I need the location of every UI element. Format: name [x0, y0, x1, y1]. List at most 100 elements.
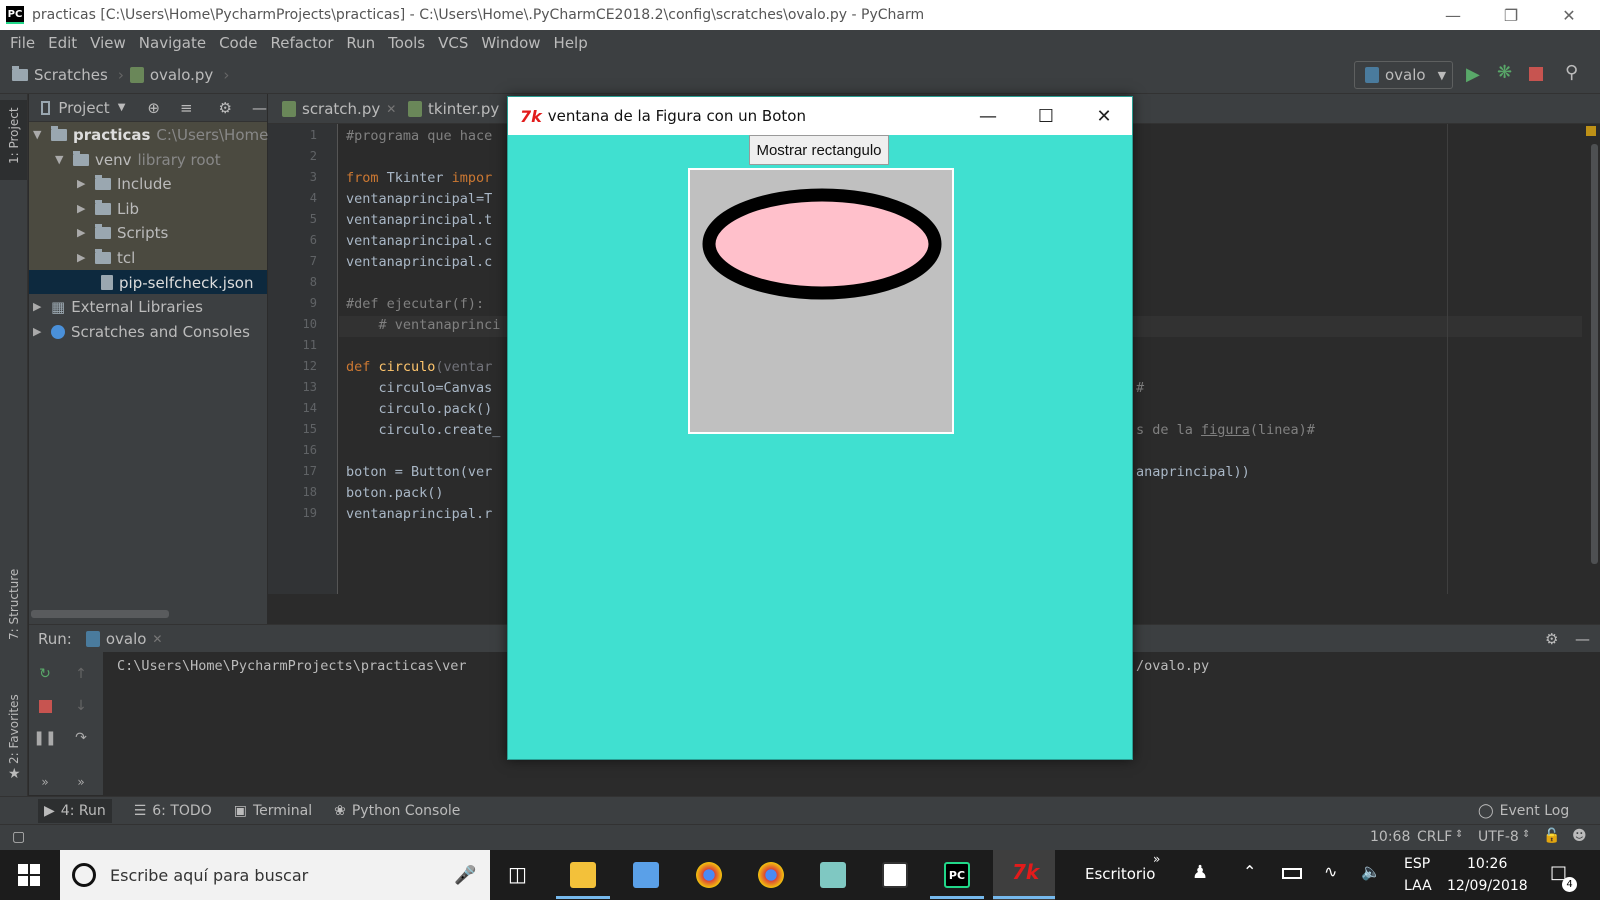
tree-item-scripts[interactable]: ▶ Scripts [77, 220, 168, 245]
pause-icon[interactable]: ❚❚ [33, 728, 56, 748]
language-bottom[interactable]: LAA [1404, 878, 1432, 894]
photos-icon[interactable] [882, 862, 908, 888]
tree-item-scratches[interactable]: ▶ Scratches and Consoles [33, 319, 250, 344]
tab-scratch[interactable]: scratch.py ✕ [274, 94, 404, 124]
code-line-3[interactable]: from Tkinter impor [346, 170, 492, 186]
debug-icon[interactable]: ❋ [1497, 62, 1512, 83]
language-top[interactable]: ESP [1404, 856, 1430, 872]
people-icon[interactable]: ♟ [1192, 862, 1208, 883]
menu-view[interactable]: View [90, 34, 126, 52]
close-button[interactable]: ✕ [1540, 0, 1598, 30]
more-icon[interactable]: » [71, 772, 91, 792]
task-view-icon[interactable]: ◫ [508, 862, 527, 886]
menu-refactor[interactable]: Refactor [270, 34, 333, 52]
scroll-thumb[interactable] [1591, 144, 1598, 564]
rerun-icon[interactable]: ↻ [35, 664, 55, 684]
down-arrow-icon[interactable]: ↓ [71, 696, 91, 716]
menu-code[interactable]: Code [219, 34, 257, 52]
hide-icon[interactable]: — [252, 99, 267, 117]
editor-scrollbar[interactable] [1582, 124, 1600, 594]
line-separator[interactable]: CRLF [1417, 829, 1452, 845]
menu-run[interactable]: Run [346, 34, 375, 52]
3d-builder-icon[interactable] [633, 862, 659, 888]
mostrar-rectangulo-button[interactable]: Mostrar rectangulo [749, 135, 889, 165]
inspector-icon[interactable]: ☻ [1572, 828, 1587, 844]
tree-item-pip-selfcheck[interactable]: pip-selfcheck.json [101, 270, 253, 295]
breadcrumb-scratches[interactable]: Scratches › [12, 65, 124, 84]
code-line-7[interactable]: ventanaprincipal.c [346, 254, 492, 270]
gear-icon[interactable]: ⚙ [1545, 630, 1558, 648]
more-icon[interactable]: » [1153, 852, 1160, 866]
file-encoding[interactable]: UTF-8 [1478, 829, 1519, 845]
file-explorer-icon[interactable] [570, 862, 596, 888]
gear-icon[interactable]: ⚙ [219, 99, 232, 117]
clock-date[interactable]: 12/09/2018 [1447, 878, 1528, 894]
code-line-18[interactable]: boton.pack() [346, 485, 444, 501]
desktop-toolbar-label[interactable]: Escritorio [1085, 865, 1155, 883]
locate-icon[interactable]: ⊕ [147, 99, 160, 117]
menu-vcs[interactable]: VCS [438, 34, 468, 52]
soft-wrap-icon[interactable]: ↷ [71, 728, 91, 748]
volume-icon[interactable]: 🔈 [1361, 862, 1381, 881]
project-view-select[interactable]: Project [58, 99, 109, 117]
tool-terminal-button[interactable]: ▣ Terminal [234, 803, 312, 819]
tk-feather-icon[interactable]: 7k [1012, 860, 1039, 884]
pycharm-taskbar-icon[interactable]: PC [944, 862, 970, 888]
menu-navigate[interactable]: Navigate [139, 34, 206, 52]
code-line-19[interactable]: ventanaprincipal.r [346, 506, 492, 522]
code-line-10[interactable]: # ventanaprinci [346, 317, 501, 333]
windows-start-icon[interactable] [18, 864, 40, 886]
breadcrumb-ovalo[interactable]: ovalo.py › [129, 66, 229, 84]
favorites-tool-label[interactable]: 2: Favorites [7, 694, 21, 764]
tab-tkinter[interactable]: tkinter.py ✕ [400, 94, 523, 124]
run-tab-ovalo[interactable]: ovalo ✕ [85, 630, 162, 648]
collapse-all-icon[interactable]: ≡ [180, 99, 193, 117]
wifi-icon[interactable]: ∿ [1324, 862, 1337, 881]
chrome-icon[interactable] [758, 862, 784, 888]
code-line-17[interactable]: boton = Button(ver [346, 464, 492, 480]
lock-icon[interactable]: 🔓 [1543, 828, 1560, 844]
chevron-up-icon[interactable]: ⌃ [1243, 862, 1256, 881]
close-button[interactable]: ✕ [1076, 97, 1132, 135]
event-log-button[interactable]: ◯ Event Log [1478, 803, 1569, 819]
battery-icon[interactable] [1282, 868, 1302, 879]
microphone-icon[interactable]: 🎤 [454, 865, 476, 886]
menu-edit[interactable]: Edit [48, 34, 77, 52]
tree-item-include[interactable]: ▶ Include [77, 171, 172, 196]
caret-position[interactable]: 10:68 [1370, 829, 1410, 845]
chrome-icon[interactable] [696, 862, 722, 888]
code-line-14[interactable]: circulo.pack() [346, 401, 493, 417]
tree-item-external-libraries[interactable]: ▶ ▦ External Libraries [33, 294, 203, 319]
code-line-13[interactable]: circulo=Canvas [346, 380, 493, 396]
run-icon[interactable]: ▶ [1466, 64, 1480, 85]
hide-icon[interactable]: — [1575, 630, 1590, 648]
code-line-12[interactable]: def circulo(ventar [346, 359, 492, 375]
taskbar-search-input[interactable]: Escribe aquí para buscar 🎤 [60, 850, 490, 900]
menu-help[interactable]: Help [554, 34, 588, 52]
tool-run-button[interactable]: ▶ 4: Run [38, 798, 112, 823]
menu-tools[interactable]: Tools [388, 34, 425, 52]
search-icon[interactable]: ⚲ [1565, 62, 1578, 83]
code-line-5[interactable]: ventanaprincipal.t [346, 212, 492, 228]
maximize-button[interactable]: ☐ [1018, 97, 1074, 135]
stop-icon[interactable] [38, 699, 52, 713]
more-icon[interactable]: » [35, 772, 55, 792]
code-line-6[interactable]: ventanaprincipal.c [346, 233, 492, 249]
menu-file[interactable]: File [10, 34, 35, 52]
toggle-tool-windows-icon[interactable]: ▢ [12, 829, 25, 845]
tree-item-practicas[interactable]: ▼ practicas C:\Users\Home\Py [33, 122, 291, 147]
up-arrow-icon[interactable]: ↑ [71, 664, 91, 684]
minimize-button[interactable]: — [1424, 0, 1482, 30]
tree-item-venv[interactable]: ▼ venv library root [55, 147, 221, 172]
stop-icon[interactable] [1529, 67, 1543, 81]
structure-tool-label[interactable]: 7: Structure [7, 569, 21, 640]
close-tab-icon[interactable]: ✕ [386, 102, 396, 116]
code-line-4[interactable]: ventanaprincipal=T [346, 191, 492, 207]
code-line-9[interactable]: #def ejecutar(f): [346, 296, 484, 312]
notes-app-icon[interactable] [820, 862, 846, 888]
code-line-15[interactable]: circulo.create_ [346, 422, 501, 438]
tree-item-tcl[interactable]: ▶ tcl [77, 245, 135, 270]
tool-python-console-button[interactable]: ❀ Python Console [334, 803, 460, 819]
menu-window[interactable]: Window [481, 34, 540, 52]
tool-todo-button[interactable]: ☰ 6: TODO [134, 803, 212, 819]
